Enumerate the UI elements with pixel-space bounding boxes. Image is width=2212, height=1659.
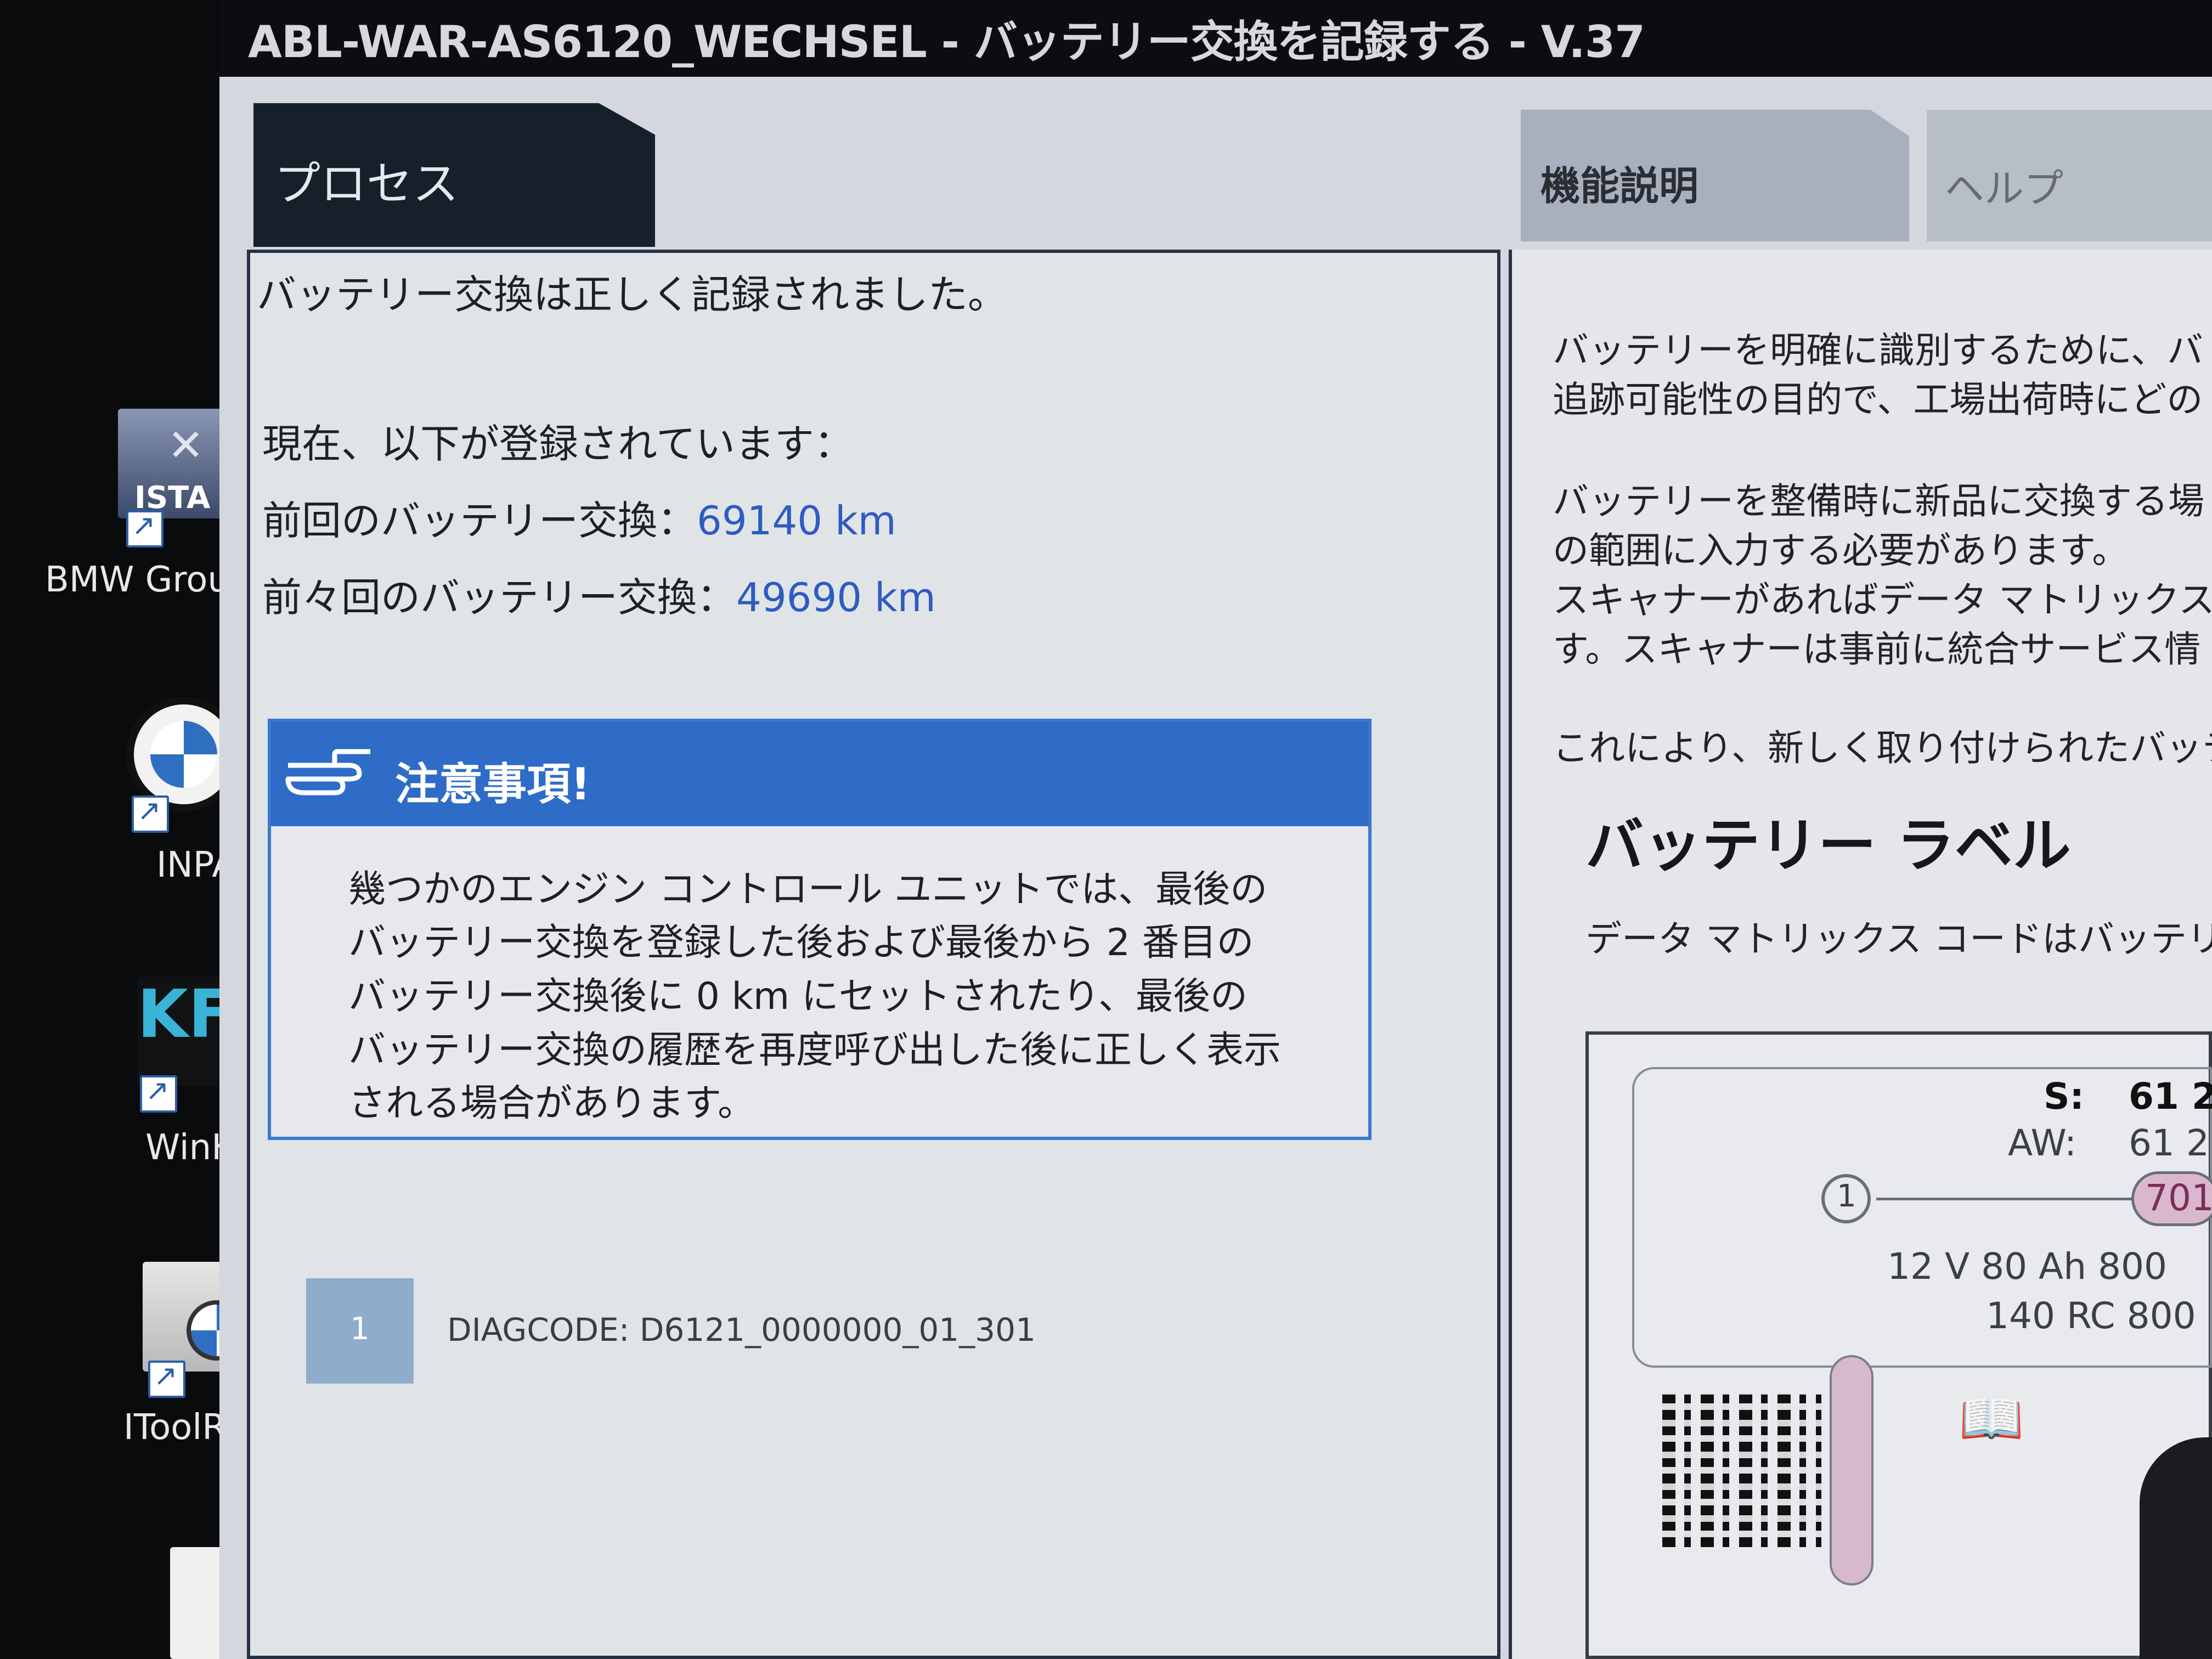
description-line: スキャナーがあればデータ マトリックス (1553, 579, 2212, 621)
window-title: ABL-WAR-AS6120_WECHSEL - バッテリー交換を記録する - … (248, 16, 1645, 67)
description-line: バッテリーを整備時に新品に交換する場 (1553, 480, 2204, 522)
desktop-icon-label: BMW Grou (45, 560, 230, 600)
last-change-row: 前回のバッテリー交換：69140 km (262, 488, 896, 546)
tab-function-description-label: 機能説明 (1541, 163, 1699, 209)
tab-process-label: プロセス (274, 157, 459, 211)
label-spec-line-1: 12 V 80 Ah 800 (1887, 1245, 2167, 1288)
step-number: 1 (350, 1311, 370, 1347)
callout-number: 1 (1837, 1178, 1857, 1214)
notice-line: バッテリー交換を登録した後および最後から 2 番目の (348, 921, 1254, 964)
description-line: 追跡可能性の目的で、工場出荷時にどの (1553, 379, 2203, 421)
previous-change-label: 前々回のバッテリー交換： (262, 574, 737, 620)
description-line: す。スキャナーは事前に統合サービス情 (1553, 628, 2201, 670)
description-line: これにより、新しく取り付けられたバッテ (1553, 727, 2212, 769)
last-change-value: 69140 km (697, 498, 896, 544)
notice-line: 幾つかのエンジン コントロール ユニットでは、最後の (348, 868, 1268, 911)
shortcut-arrow-icon (126, 509, 163, 548)
tab-help-label: ヘルプ (1945, 166, 2064, 212)
wrench-icon: ✕ (167, 420, 205, 471)
shortcut-arrow-icon (148, 1359, 185, 1398)
callout-line (1876, 1198, 2134, 1200)
previous-change-value: 49690 km (736, 574, 936, 620)
label-aw-value: 61 2 (2129, 1122, 2209, 1164)
ista-desktop-icon[interactable]: ISTA ✕ (118, 409, 228, 518)
bmw-logo-icon (150, 721, 217, 788)
shortcut-arrow-icon (140, 1074, 177, 1113)
notice-title: 注意事項! (395, 759, 591, 810)
shortcut-arrow-icon (132, 794, 169, 833)
data-matrix-pattern (1662, 1393, 1821, 1547)
label-spec-line-2: 140 RC 800 (1986, 1295, 2196, 1337)
last-change-label: 前回のバッテリー交換： (262, 498, 697, 544)
hand-pointer-icon (285, 749, 370, 795)
label-s-value: 61 2 (2129, 1075, 2212, 1118)
part-number-value: 701 (2145, 1177, 2212, 1219)
previous-change-row: 前々回のバッテリー交換：49690 km (262, 565, 936, 623)
description-line: の範囲に入力する必要があります。 (1553, 529, 2129, 572)
description-line: バッテリーを明確に識別するために、バ (1553, 329, 2204, 371)
battery-label-subtext: データ マトリックス コードはバッテリ (1585, 918, 2212, 960)
registered-heading: 現在、以下が登録されています： (262, 421, 854, 467)
notice-line: バッテリー交換後に 0 km にセットされたり、最後の (348, 975, 1248, 1018)
manual-book-icon: 📖 (1959, 1388, 2024, 1449)
serial-oval (1830, 1355, 1874, 1585)
label-s-key: S: (2044, 1075, 2084, 1118)
diagcode-text: DIAGCODE: D6121_0000000_01_301 (447, 1311, 1036, 1348)
label-aw-key: AW: (2008, 1122, 2077, 1164)
battery-corner-graphic (2140, 1437, 2212, 1659)
status-message: バッテリー交換は正しく記録されました。 (257, 272, 1008, 318)
battery-label-heading: バッテリー ラベル (1585, 812, 2071, 879)
notice-line: バッテリー交換の履歴を再度呼び出した後に正しく表示 (348, 1029, 1282, 1072)
notice-line: される場合があります。 (348, 1082, 755, 1125)
